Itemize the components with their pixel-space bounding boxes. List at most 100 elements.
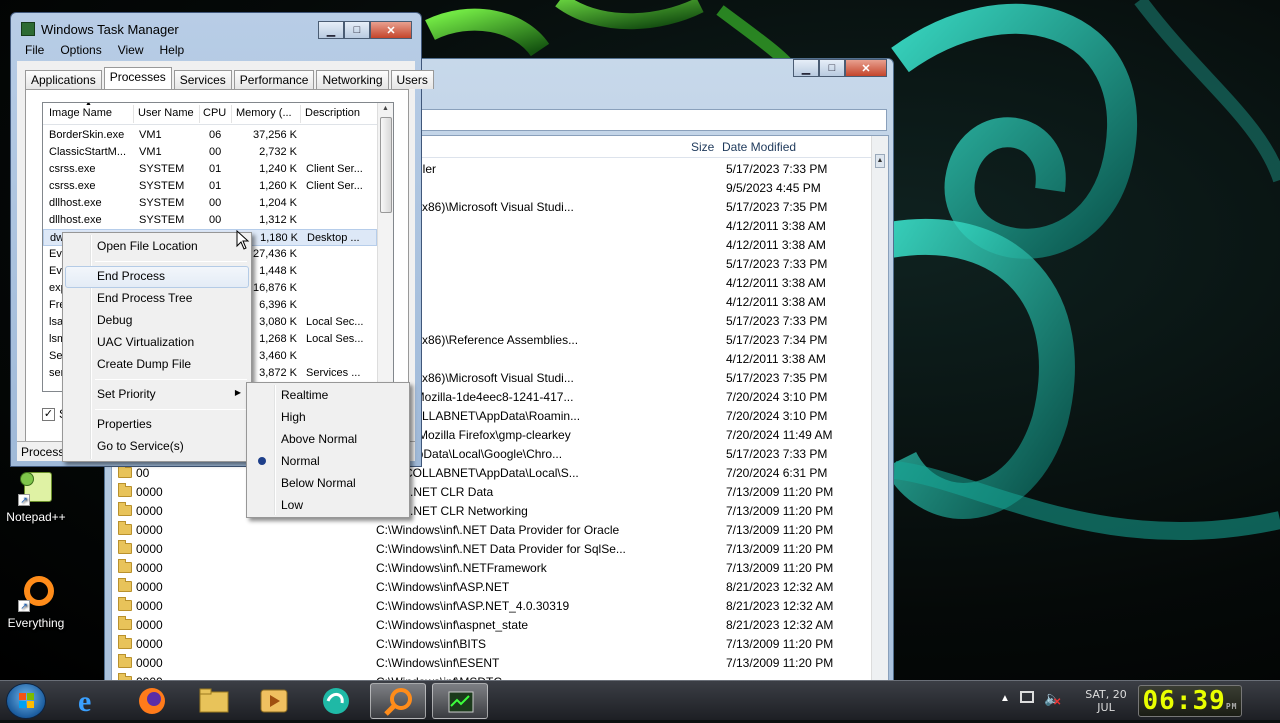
file-row[interactable]: 0000 C:\Windows\inf\ASP.NET 8/21/2023 12:3… [112,578,871,597]
menu-help[interactable]: Help [152,41,193,61]
show-hidden-icons-icon[interactable]: ▲ [1000,693,1010,704]
priority-below-normal[interactable]: Below Normal [249,473,407,495]
taskbar-everything[interactable] [370,683,426,719]
priority-above-normal[interactable]: Above Normal [249,429,407,451]
process-name: BorderSkin.exe [49,129,125,141]
file-row[interactable]: 0000 C:\Windows\inf\BITS 7/13/2009 11:20 P… [112,635,871,654]
maximize-button[interactable]: □ [819,59,845,77]
priority-low[interactable]: Low [249,495,407,517]
firefox-icon [139,688,165,714]
column-cpu[interactable]: CPU [203,107,226,119]
process-row[interactable]: dllhost.exe SYSTEM 00 1,204 K [43,195,377,212]
clock-date[interactable]: SAT, 20 JUL [1078,688,1134,714]
tab-services[interactable]: Services [173,70,232,89]
file-date: 7/13/2009 11:20 PM [726,523,834,537]
menu-item-set-priority[interactable]: Set Priority ▶ [65,384,249,406]
tab-users[interactable]: Users [390,70,434,89]
process-row[interactable]: csrss.exe SYSTEM 01 1,260 K Client Ser... [43,178,377,195]
file-name: 0000 [136,523,163,537]
process-desc: Client Ser... [306,163,363,175]
clock-day: SAT, 20 [1085,688,1127,701]
scrollbar-thumb[interactable] [380,117,392,213]
process-list-scrollbar[interactable]: ▲ ▼ [377,103,393,391]
desktop-icon-notepadpp[interactable]: ↗ Notepad++ [0,470,76,524]
menu-item-create-dump-file[interactable]: Create Dump File [65,354,249,376]
taskbar-task-manager[interactable] [432,683,488,719]
search-field[interactable] [421,109,887,131]
file-date: 7/20/2024 11:49 AM [726,428,833,442]
menu-item-label: Normal [281,454,320,468]
menu-item-open-file-location[interactable]: Open File Location [65,236,249,258]
file-date: 4/12/2011 3:38 AM [726,238,826,252]
file-row[interactable]: 0000 C:\Windows\inf\.NET Data Provider fo… [112,540,871,559]
taskbar-media-player[interactable] [246,683,302,719]
file-row[interactable]: 0000 C:\Windows\inf\ESENT 7/13/2009 11:20 … [112,654,871,673]
maximize-icon: □ [828,62,836,74]
scroll-up-arrow-icon[interactable]: ▲ [875,154,885,168]
column-size[interactable]: Size [691,140,714,154]
maximize-button[interactable]: □ [344,21,370,39]
menu-item-debug[interactable]: Debug [65,310,249,332]
clock-time[interactable]: 06:39PM [1138,685,1242,717]
file-row[interactable]: 0000 ws\inf\.NET CLR Data 7/13/2009 11:20 … [112,483,871,502]
menu-item-label: Set Priority [97,387,156,401]
process-row[interactable]: BorderSkin.exe VM1 06 37,256 K [43,127,377,144]
file-row[interactable]: 0000 C:\Windows\inf\aspnet_state 8/21/2023… [112,616,871,635]
scrollbar[interactable]: ▲ [871,136,888,686]
tab-processes[interactable]: Processes [103,67,172,90]
scroll-up-arrow-icon[interactable]: ▲ [382,105,389,112]
menu-view[interactable]: View [110,41,152,61]
start-button[interactable] [6,683,46,719]
action-center-icon[interactable] [1020,691,1034,703]
folder-icon [118,483,132,497]
tab-networking[interactable]: Networking [316,70,389,89]
file-row[interactable]: 0000 C:\Windows\inf\ASP.NET_4.0.30319 8/21… [112,597,871,616]
priority-realtime[interactable]: Realtime [249,385,407,407]
column-user-name[interactable]: User Name [138,107,194,119]
process-cpu: 01 [209,180,222,192]
file-row[interactable]: 0000 C:\Windows\inf\.NETFramework 7/13/200… [112,559,871,578]
taskbar-firefox[interactable] [124,683,180,719]
process-row[interactable]: csrss.exe SYSTEM 01 1,240 K Client Ser... [43,161,377,178]
process-user: SYSTEM [139,163,185,175]
file-date: 7/13/2009 11:20 PM [726,542,834,556]
priority-normal[interactable]: Normal [249,451,407,473]
minimize-button[interactable]: ▁ [793,59,819,77]
process-cpu: 01 [209,163,222,175]
menu-options[interactable]: Options [52,41,109,61]
menu-item-uac-virtualization[interactable]: UAC Virtualization [65,332,249,354]
file-row[interactable]: 0000 C:\Windows\inf\.NET Data Provider fo… [112,521,871,540]
show-all-processes-checkbox[interactable]: ✓ [42,408,55,421]
menu-item-properties[interactable]: Properties [65,414,249,436]
column-memory[interactable]: Memory (... [236,107,292,119]
process-user: SYSTEM [139,197,185,209]
process-row[interactable]: dllhost.exe SYSTEM 00 1,312 K [43,212,377,229]
process-desc: Services ... [306,367,361,379]
notepadpp-icon: ↗ [18,470,54,506]
tab-applications[interactable]: Applications [25,70,102,89]
tab-performance[interactable]: Performance [233,70,315,89]
menu-item-go-to-services[interactable]: Go to Service(s) [65,436,249,458]
shortcut-arrow-icon: ↗ [18,494,30,506]
minimize-button[interactable]: ▁ [318,21,344,39]
column-image-name[interactable]: Image Name [49,107,112,119]
menu-file[interactable]: File [17,41,52,61]
menu-item-end-process[interactable]: End Process [65,266,249,288]
column-description[interactable]: Description [305,107,360,119]
taskbar-ie[interactable]: e [62,683,118,719]
process-mem: 1,240 K [259,163,297,175]
priority-high[interactable]: High [249,407,407,429]
process-row[interactable]: ClassicStartM... VM1 00 2,732 K [43,144,377,161]
file-row[interactable]: 0000 ws\inf\.NET CLR Networking 7/13/2009 … [112,502,871,521]
taskbar-explorer[interactable] [186,683,242,719]
internet-explorer-icon: e [78,685,91,718]
menu-item-end-process-tree[interactable]: End Process Tree [65,288,249,310]
column-date-modified[interactable]: Date Modified [722,140,796,154]
menu-separator [95,409,247,410]
taskbar-app-teal[interactable] [308,683,364,719]
close-button[interactable]: ✕ [845,59,887,77]
file-date: 4/12/2011 3:38 AM [726,276,826,290]
file-date: 7/20/2024 6:31 PM [726,466,828,480]
close-button[interactable]: ✕ [370,21,412,39]
desktop-icon-everything[interactable]: ↗ Everything [0,576,76,630]
